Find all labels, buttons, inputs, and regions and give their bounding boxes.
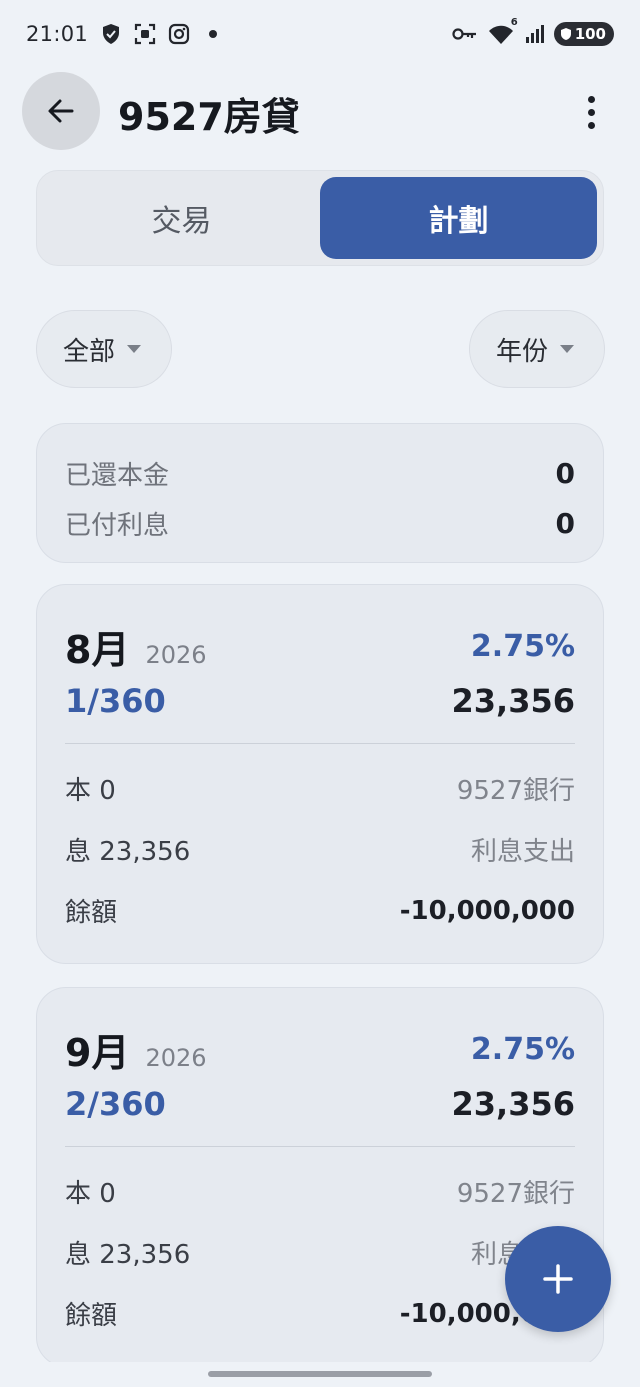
view-tabs: 交易 計劃 (36, 170, 604, 266)
wifi-badge: 6 (510, 17, 518, 28)
plan-year: 2026 (145, 640, 207, 669)
interest-paid-value: 0 (555, 506, 575, 540)
interest-paid-label: 已付利息 (65, 510, 170, 541)
back-button[interactable] (22, 72, 100, 150)
screen-capture-icon (134, 23, 156, 45)
arrow-left-icon (48, 99, 74, 123)
plan-year: 2026 (145, 1043, 207, 1072)
page-title: 9527房貸 (118, 95, 300, 139)
plan-balance-label: 餘額 (65, 1301, 118, 1331)
plan-balance: -10,000,000 (399, 895, 575, 926)
plan-rate: 2.75% (470, 628, 575, 664)
plan-category: 利息支出 (470, 837, 575, 867)
signal-icon (524, 23, 546, 45)
plus-icon (543, 1264, 573, 1294)
plan-month: 9月 (65, 1030, 130, 1075)
period-filter-chip[interactable]: 年份 (469, 310, 605, 388)
add-plan-button[interactable] (505, 1226, 611, 1332)
plan-interest: 息 23,356 (65, 1240, 191, 1270)
shield-icon (100, 23, 122, 45)
divider (65, 743, 575, 744)
dot-icon (202, 23, 224, 45)
status-bar: 21:01 6 100 (0, 0, 640, 68)
plan-card[interactable]: 8月 2026 2.75% 1/360 23,356 本 0 9527銀行 息 … (36, 584, 604, 964)
tab-transactions[interactable]: 交易 (43, 177, 320, 259)
more-vert-icon (587, 95, 595, 103)
principal-paid-value: 0 (555, 456, 575, 490)
principal-paid-row: 已還本金 0 (65, 448, 575, 498)
plan-account: 9527銀行 (456, 1179, 575, 1209)
category-filter-label: 全部 (63, 336, 116, 367)
category-filter-chip[interactable]: 全部 (36, 310, 172, 388)
plan-period: 2/360 (65, 1085, 166, 1123)
plan-interest: 息 23,356 (65, 837, 191, 867)
caret-down-icon (127, 345, 142, 353)
interest-paid-row: 已付利息 0 (65, 498, 575, 548)
battery-shield-icon (560, 28, 571, 40)
battery-level: 100 (574, 25, 606, 43)
summary-card: 已還本金 0 已付利息 0 (36, 423, 604, 563)
app-bar: 9527房貸 (0, 72, 640, 152)
caret-down-icon (560, 345, 575, 353)
battery-indicator: 100 (553, 22, 614, 46)
plan-principal: 本 0 (65, 776, 116, 806)
plan-principal: 本 0 (65, 1179, 116, 1209)
period-filter-label: 年份 (496, 336, 549, 367)
gesture-nav-handle[interactable] (208, 1371, 432, 1377)
plan-balance-label: 餘額 (65, 898, 118, 928)
instagram-icon (168, 23, 190, 45)
plan-account: 9527銀行 (456, 776, 575, 806)
plan-rate: 2.75% (470, 1031, 575, 1067)
plan-payment: 23,356 (451, 682, 575, 720)
principal-paid-label: 已還本金 (65, 460, 170, 491)
wifi-icon: 6 (486, 17, 518, 45)
status-time: 21:01 (26, 22, 89, 46)
more-options-button[interactable] (576, 92, 606, 132)
plan-payment: 23,356 (451, 1085, 575, 1123)
divider (65, 1146, 575, 1147)
tab-plan[interactable]: 計劃 (320, 177, 597, 259)
plan-month: 8月 (65, 627, 130, 672)
plan-period: 1/360 (65, 682, 166, 720)
key-icon (452, 23, 478, 45)
